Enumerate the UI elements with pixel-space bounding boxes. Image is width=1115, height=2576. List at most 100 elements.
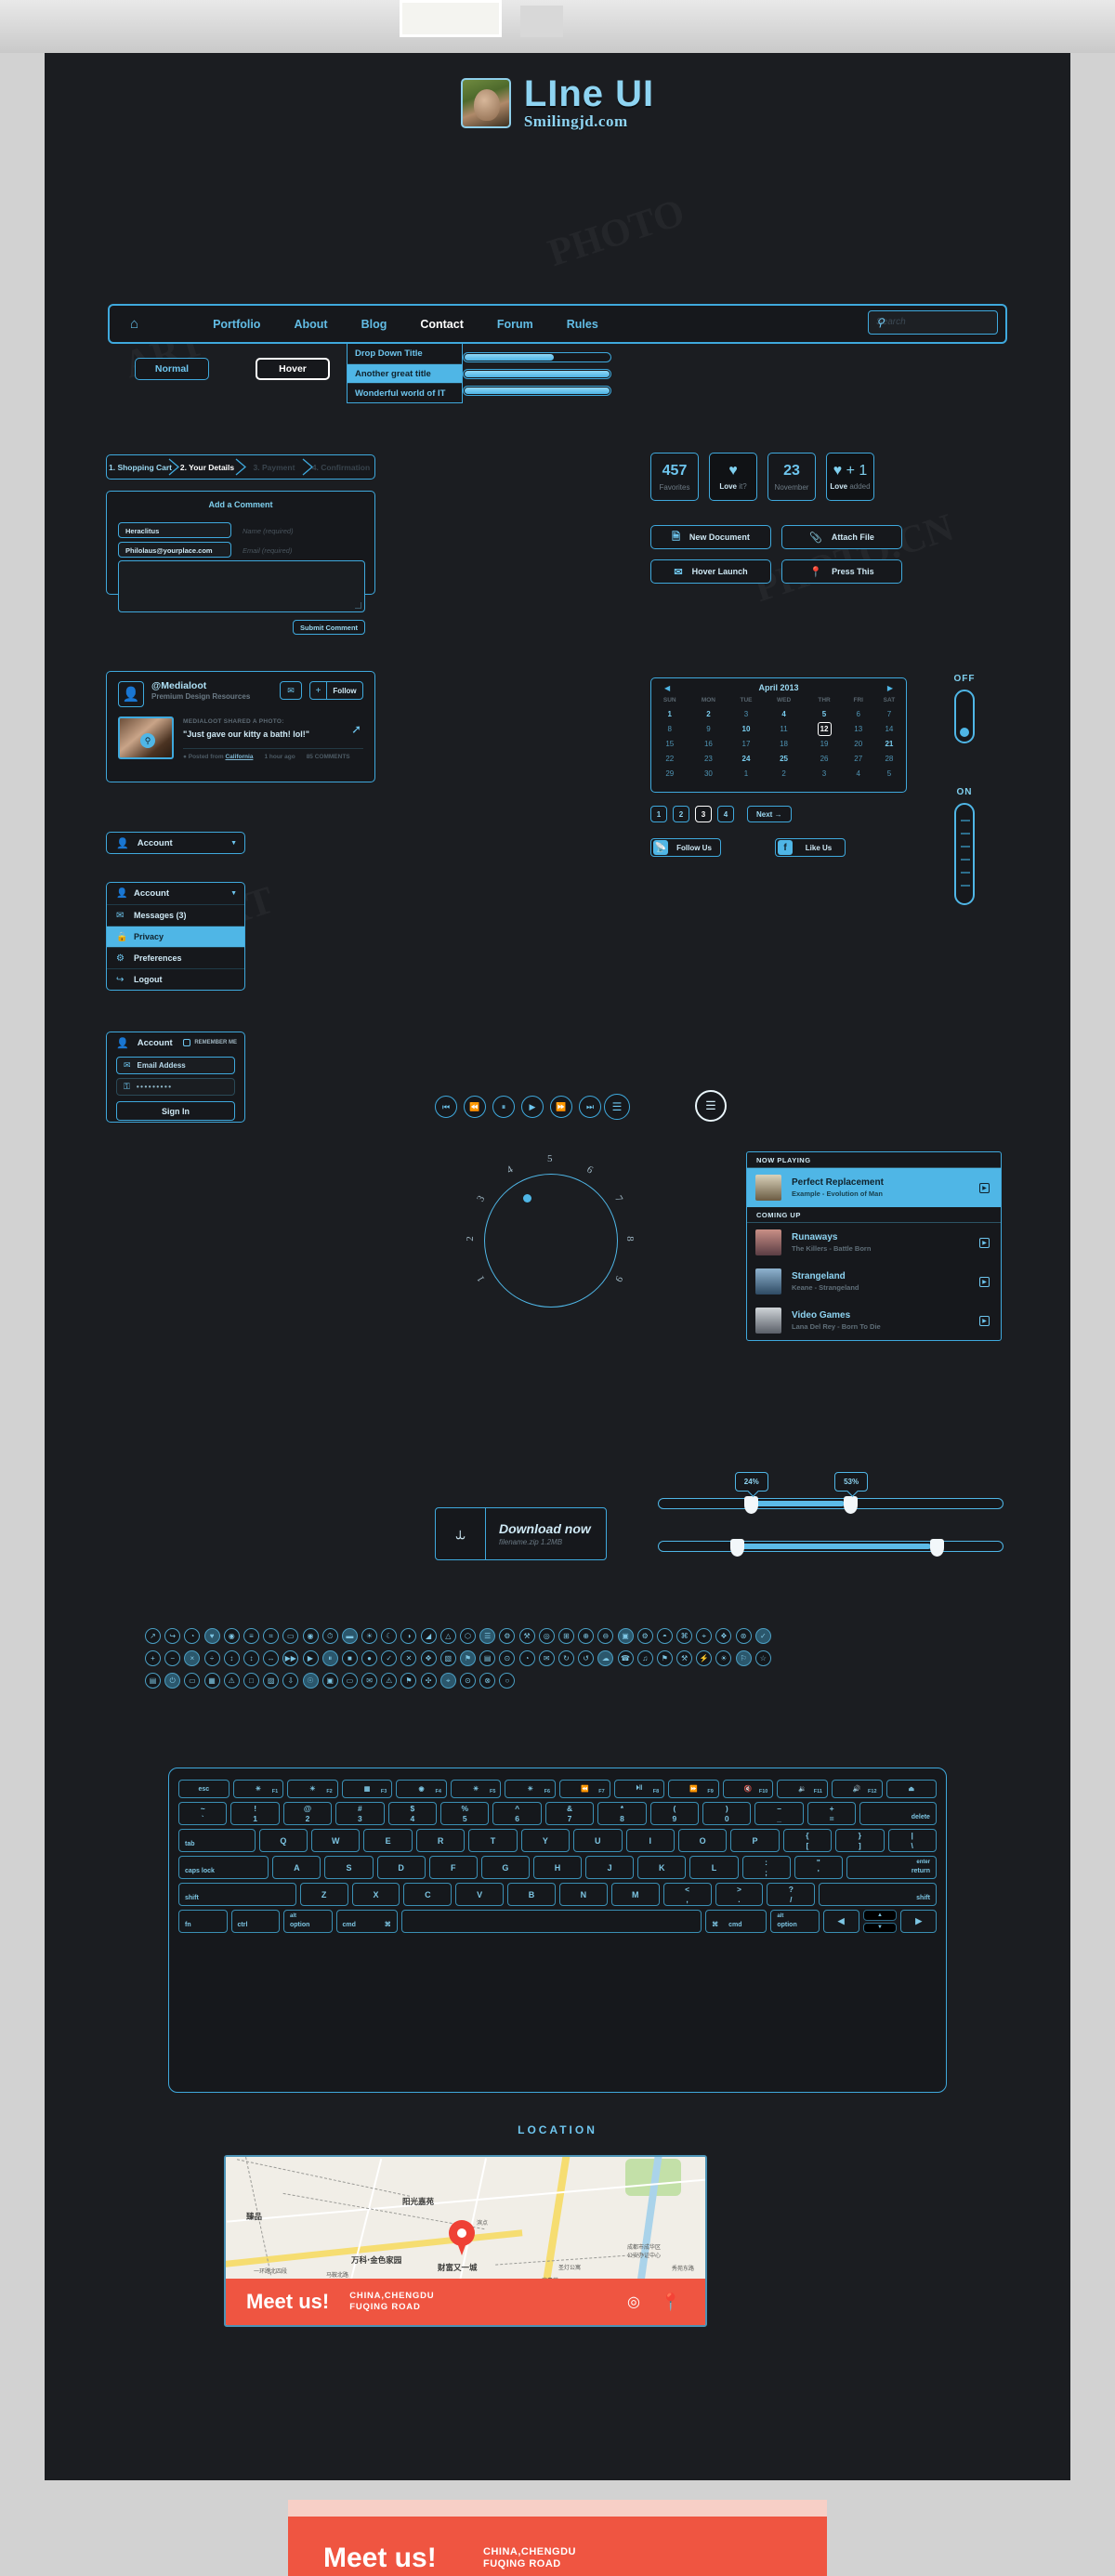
key-arrow-right[interactable]: ▶ [900,1910,938,1933]
grid-icon-0-15[interactable]: △ [439,1628,456,1644]
key-y[interactable]: Y [520,1829,571,1852]
grid-icon-0-30[interactable]: ⊛ [735,1628,752,1644]
page-button-4[interactable]: 4 [717,806,734,822]
grid-icon-1-19[interactable]: ◔ [518,1650,535,1666]
grid-icon-0-7[interactable]: ▭ [282,1628,299,1644]
key-arrow-down[interactable]: ▼ [862,1922,898,1933]
calendar-day[interactable]: 20 [845,736,872,751]
grid-icon-2-10[interactable]: ▭ [341,1673,358,1689]
calendar-day[interactable]: 1 [728,766,763,781]
grid-icon-1-24[interactable]: ☎ [617,1650,634,1666]
key-j[interactable]: J [585,1856,635,1879]
follow-button[interactable]: + Follow [309,681,363,700]
key-F12[interactable]: 🔊 F12 [831,1780,883,1798]
remember-me-checkbox[interactable] [183,1039,191,1046]
normal-button[interactable]: Normal [135,358,209,380]
grid-icon-2-12[interactable]: ⚠ [381,1673,398,1689]
grid-icon-0-29[interactable]: ❖ [715,1628,732,1644]
stat-box-0[interactable]: 457 Favorites [650,453,699,501]
share-icon[interactable]: ➚ [351,722,361,737]
grid-icon-0-3[interactable]: ♥ [203,1628,220,1644]
key-_[interactable]: – _ [754,1802,804,1825]
key-b[interactable]: B [507,1883,556,1906]
grid-icon-1-1[interactable]: − [164,1650,181,1666]
email-input[interactable]: ✉ Email Addess [116,1057,235,1074]
calendar-next-icon[interactable]: ▶ [887,684,893,692]
facebook-button[interactable]: f Like Us [775,838,846,857]
key-9[interactable]: (9 [649,1802,700,1825]
key-caps-lock[interactable]: caps lock [178,1856,269,1879]
breadcrumb-step-4[interactable]: 4. Confirmation [308,455,374,479]
grid-icon-0-2[interactable]: ◔ [184,1628,201,1644]
slider-handle-left[interactable] [730,1539,744,1557]
key-a[interactable]: A [272,1856,321,1879]
grid-icon-1-14[interactable]: ✥ [420,1650,437,1666]
key-f[interactable]: F [428,1856,478,1879]
grid-icon-1-26[interactable]: ⚑ [656,1650,673,1666]
calendar-day[interactable]: 12 [804,721,844,736]
key-⏏[interactable]: ⏏ [885,1780,938,1798]
key-F3[interactable]: ▦ F3 [341,1780,393,1798]
grid-icon-2-14[interactable]: ✣ [420,1673,437,1689]
key-.[interactable]: >. [715,1883,764,1906]
calendar-prev-icon[interactable]: ◀ [664,684,670,692]
grid-icon-1-0[interactable]: + [145,1650,161,1666]
grid-icon-2-2[interactable]: ▭ [184,1673,201,1689]
name-field[interactable]: Heraclitus [118,522,231,538]
search-icon[interactable]: ⚲ [876,316,990,329]
key-0[interactable]: ) 0 [702,1802,752,1825]
grid-icon-0-18[interactable]: ⚙ [499,1628,516,1644]
range-slider-1[interactable] [658,1539,1004,1557]
comment-count[interactable]: 85 COMMENTS [307,754,350,760]
calendar-day[interactable]: 1 [651,706,689,721]
calendar-day[interactable]: 21 [872,736,906,751]
account-menu-item-privacy[interactable]: 🔒 Privacy [107,926,244,947]
key-h[interactable]: H [532,1856,583,1879]
dropdown-item-1[interactable]: Another great title [348,363,462,383]
nav-item-portfolio[interactable]: Portfolio [213,318,260,331]
grid-icon-1-18[interactable]: ⊙ [499,1650,516,1666]
track-queue-1[interactable]: Strangeland Keane - Strangeland ▶ [747,1262,1001,1301]
hover-button[interactable]: Hover [256,358,330,380]
grid-icon-1-4[interactable]: ↕ [223,1650,240,1666]
grid-icon-0-17[interactable]: ☰ [479,1628,496,1644]
slider-handle-right[interactable] [844,1496,859,1514]
calendar-day[interactable]: 9 [689,721,729,736]
track-now-playing[interactable]: Perfect Replacement Example - Evolution … [747,1168,1001,1207]
home-icon[interactable]: ⌂ [130,316,138,332]
password-input[interactable]: ⚿ ••••••••• [116,1078,235,1096]
play-icon[interactable]: ▶ [979,1237,990,1248]
breadcrumb-step-2[interactable]: 2. Your Details [174,455,247,479]
grid-icon-1-27[interactable]: ⚒ [676,1650,693,1666]
key-=[interactable]: + = [807,1802,857,1825]
shared-photo[interactable]: ⚲ [118,716,174,759]
grid-icon-2-17[interactable]: ⊗ [479,1673,496,1689]
calendar-day[interactable]: 25 [764,751,805,766]
key-`[interactable]: ~ ` [178,1802,228,1825]
pause-icon[interactable]: ⏸ [492,1096,515,1118]
key-tab[interactable]: tab [178,1829,256,1852]
key-F1[interactable]: ☀ F1 [232,1780,284,1798]
calendar-day[interactable]: 24 [728,751,763,766]
key-v[interactable]: V [455,1883,505,1906]
key-2[interactable]: @2 [282,1802,333,1825]
key-F4[interactable]: ◉ F4 [396,1780,447,1798]
nav-item-about[interactable]: About [294,318,327,331]
key-4[interactable]: $4 [387,1802,438,1825]
calendar-day[interactable]: 16 [689,736,729,751]
grid-icon-1-25[interactable]: ♫ [636,1650,653,1666]
key-e[interactable]: E [363,1829,413,1852]
grid-icon-2-9[interactable]: ▣ [321,1673,338,1689]
key-F9[interactable]: ⏩ F9 [668,1780,719,1798]
key-6[interactable]: ^ 6 [492,1802,542,1825]
key-5[interactable]: % 5 [440,1802,490,1825]
account-button[interactable]: 👤 Account ▼ [106,832,245,854]
grid-icon-2-7[interactable]: ⇩ [282,1673,299,1689]
grid-icon-0-24[interactable]: ▣ [617,1628,634,1644]
key-F10[interactable]: 🔇 F10 [722,1780,774,1798]
calendar-day[interactable]: 2 [689,706,729,721]
grid-icon-0-6[interactable]: ⌗ [263,1628,280,1644]
key-m[interactable]: M [610,1883,660,1906]
page-button-1[interactable]: 1 [650,806,667,822]
calendar-day[interactable]: 4 [845,766,872,781]
